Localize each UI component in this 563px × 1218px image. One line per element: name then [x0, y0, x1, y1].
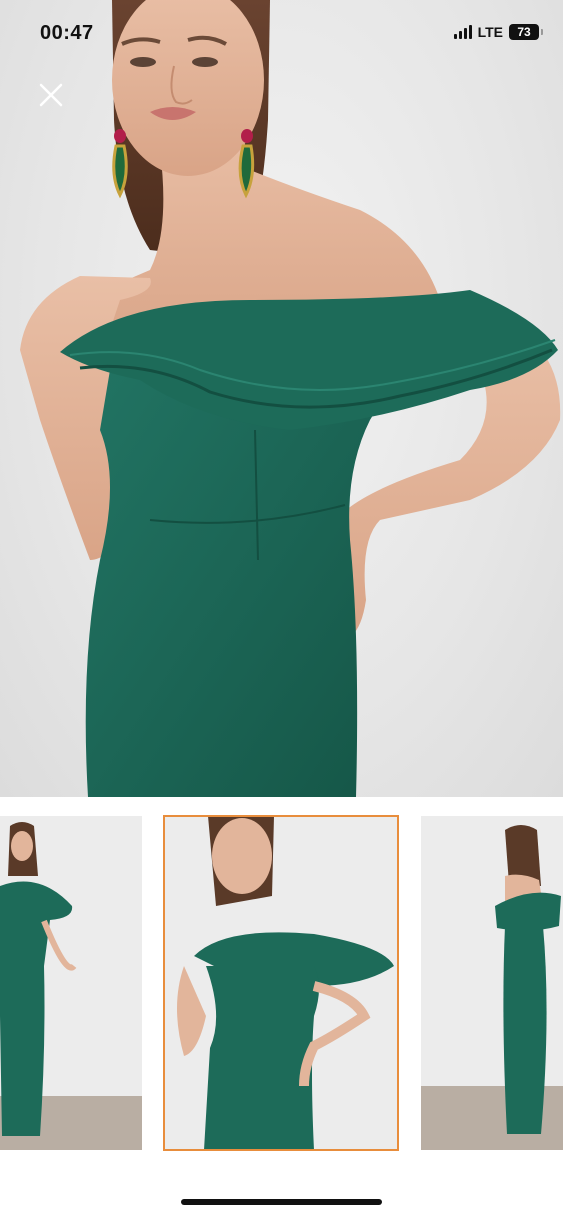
signal-icon	[453, 25, 472, 39]
thumbnail-1-photo	[0, 816, 142, 1150]
main-product-image[interactable]	[0, 0, 563, 797]
home-indicator[interactable]	[181, 1199, 382, 1205]
status-indicators: LTE 73	[453, 24, 543, 40]
battery-icon: 73	[509, 24, 543, 40]
main-product-photo	[20, 0, 561, 797]
thumbnail-1[interactable]	[0, 816, 142, 1150]
thumbnail-2-photo	[164, 816, 398, 1150]
thumbnail-3[interactable]	[421, 816, 563, 1150]
thumbnail-2-selected[interactable]	[163, 815, 399, 1151]
close-icon	[39, 83, 63, 107]
network-type: LTE	[477, 24, 503, 40]
thumbnail-strip	[0, 815, 563, 1152]
status-time: 00:47	[40, 22, 94, 44]
thumbnail-3-photo	[421, 816, 563, 1150]
close-button[interactable]	[36, 80, 66, 110]
status-bar: 00:47 LTE 73	[0, 0, 563, 64]
battery-level: 73	[517, 25, 531, 39]
